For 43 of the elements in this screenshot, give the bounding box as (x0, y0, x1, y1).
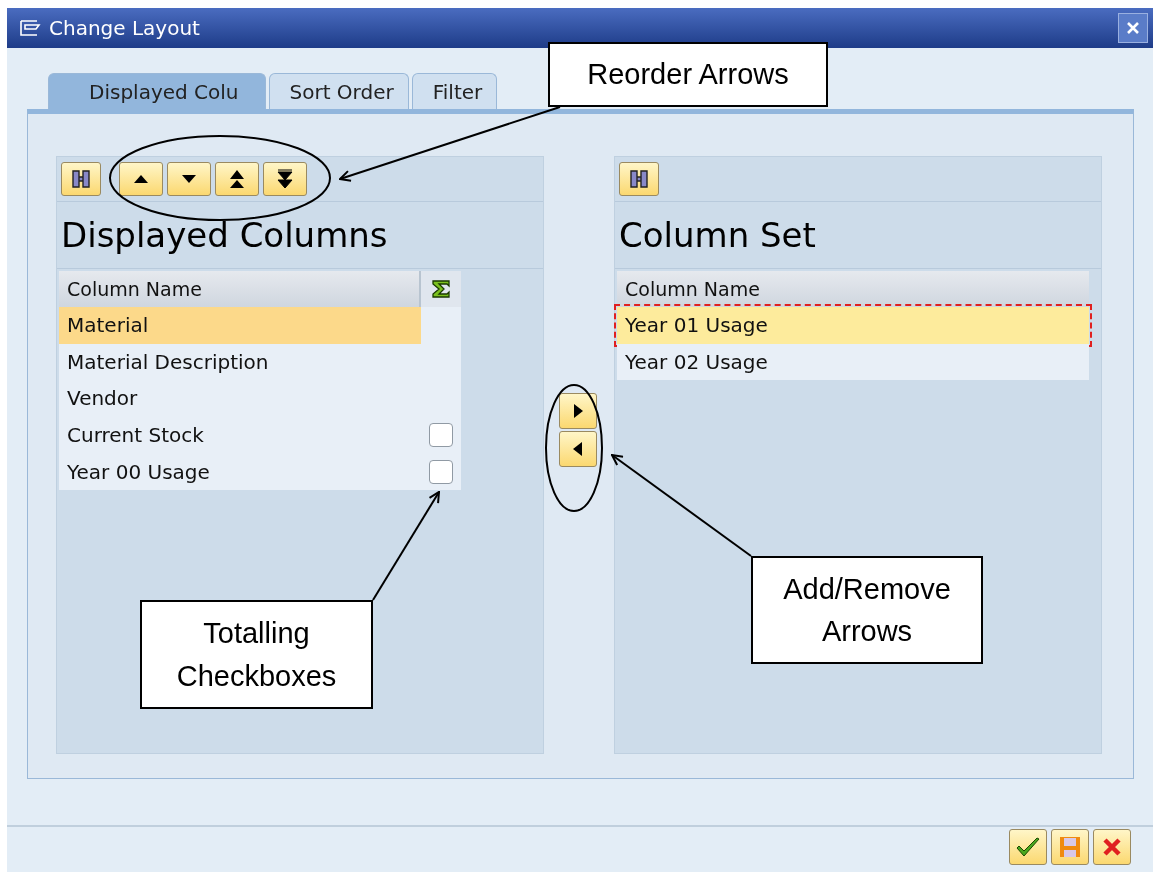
double-up-icon (227, 168, 247, 190)
move-up-button[interactable] (119, 162, 163, 196)
callout-label: Reorder Arrows (548, 42, 828, 107)
tab[interactable]: Filter (411, 73, 498, 109)
double-down-icon (275, 168, 295, 190)
remove-button[interactable] (559, 431, 597, 467)
left-triangle-icon (572, 440, 584, 458)
list-row[interactable]: Material Description (59, 343, 421, 381)
add-button[interactable] (559, 393, 597, 429)
list-row[interactable]: Year 00 Usage (59, 453, 421, 490)
confirm-button[interactable] (1009, 829, 1047, 865)
callout-label: Totalling Checkboxes (140, 600, 373, 709)
cross-icon (1101, 836, 1123, 858)
move-down-button[interactable] (167, 162, 211, 196)
checkmark-icon (1015, 836, 1041, 858)
tab[interactable]: Sort Order (268, 73, 409, 109)
move-bottom-button[interactable] (263, 162, 307, 196)
window-title: Change Layout (49, 16, 201, 40)
column-header: Column Name (59, 271, 421, 307)
right-triangle-icon (572, 402, 584, 420)
column-header: Column Name (617, 271, 1089, 307)
binoculars-icon (628, 168, 650, 190)
find-button[interactable] (619, 162, 659, 196)
tab[interactable]: Displayed Colu (48, 73, 266, 109)
find-button[interactable] (61, 162, 101, 196)
layout-icon (19, 19, 41, 37)
sum-icon (430, 278, 452, 300)
binoculars-icon (70, 168, 92, 190)
checkbox[interactable] (429, 459, 453, 484)
panel-title: Column Set (615, 202, 1101, 269)
callout-label: Add/Remove Arrows (751, 556, 983, 664)
save-button[interactable] (1051, 829, 1089, 865)
cancel-button[interactable] (1093, 829, 1131, 865)
panel-title: Displayed Columns (57, 202, 543, 269)
close-button[interactable] (1118, 13, 1148, 43)
checkbox[interactable] (429, 423, 453, 448)
list-row[interactable]: Year 01 Usage (617, 307, 1089, 344)
move-top-button[interactable] (215, 162, 259, 196)
list-row[interactable]: Year 02 Usage (617, 343, 1089, 381)
list-row[interactable]: Vendor (59, 380, 421, 417)
list-row[interactable]: Material (59, 307, 421, 344)
list-row[interactable]: Current Stock (59, 416, 421, 454)
close-icon (1125, 20, 1141, 36)
